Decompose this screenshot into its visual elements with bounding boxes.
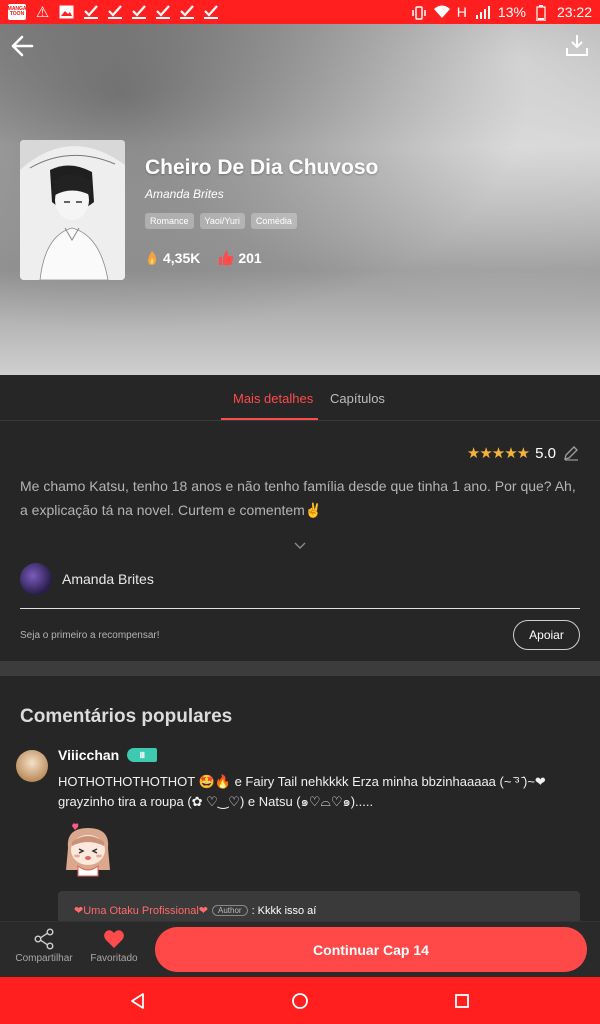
commenter-name[interactable]: Viiicchan Ⅲ xyxy=(58,747,158,763)
system-nav-bar xyxy=(0,977,600,1024)
circle-home-icon xyxy=(292,993,308,1009)
author-name: Amanda Brites xyxy=(62,571,154,587)
signal-icon xyxy=(475,5,490,20)
reply-preview[interactable]: ❤Uma Otaku Profissional❤ Author : Kkkk i… xyxy=(58,891,580,923)
book-title: Cheiro De Dia Chuvoso xyxy=(145,156,379,179)
vibrate-icon xyxy=(411,5,426,20)
chevron-down-icon xyxy=(294,542,306,549)
check-icon xyxy=(179,4,194,20)
book-author[interactable]: Amanda Brites xyxy=(145,187,224,201)
level-badge-icon: Ⅲ xyxy=(127,748,158,762)
expand-button[interactable] xyxy=(292,538,308,550)
likes-count: 201 xyxy=(238,250,262,266)
support-button[interactable]: Apoiar xyxy=(513,620,580,650)
section-separator xyxy=(0,661,600,676)
continue-reading-button[interactable]: Continuar Cap 14 xyxy=(155,927,587,972)
reply-text: : Kkkk isso aí xyxy=(251,904,317,917)
check-icon xyxy=(155,4,170,20)
star-rating-icon: ★★★★★ xyxy=(466,445,530,462)
arrow-left-icon xyxy=(11,35,34,57)
back-button[interactable] xyxy=(8,32,36,60)
network-type: H xyxy=(456,4,467,20)
book-stats: 4,35K 201 xyxy=(145,250,262,266)
author-row[interactable]: Amanda Brites xyxy=(20,563,154,595)
commenter-avatar[interactable] xyxy=(16,750,48,782)
image-icon xyxy=(59,5,74,20)
nav-recents-button[interactable] xyxy=(452,991,472,1011)
comments-title: Comentários populares xyxy=(20,706,233,727)
tab-chapters[interactable]: Capítulos xyxy=(330,391,385,406)
heart-icon xyxy=(104,930,124,948)
download-icon xyxy=(566,35,588,56)
divider xyxy=(20,608,580,609)
clock: 23:22 xyxy=(556,4,592,20)
author-avatar xyxy=(20,563,52,595)
genre-tag[interactable]: Comédia xyxy=(250,213,297,229)
mangatoon-app-icon: MANGA TOON xyxy=(8,4,27,20)
genre-tag[interactable]: Yaoi/Yuri xyxy=(199,213,245,229)
check-icon xyxy=(107,4,122,20)
thumbs-up-icon xyxy=(219,251,234,265)
book-cover xyxy=(20,140,125,280)
fire-icon xyxy=(148,251,157,265)
detail-tabs: Mais detalhes Capítulos xyxy=(0,375,600,421)
reply-author: ❤Uma Otaku Profissional❤ xyxy=(74,905,208,917)
genre-tags: Romance Yaoi/Yuri Comédia xyxy=(145,213,297,229)
check-icon xyxy=(131,4,146,20)
tab-details[interactable]: Mais detalhes xyxy=(233,391,313,406)
book-header: Cheiro De Dia Chuvoso Amanda Brites Roma… xyxy=(0,24,600,375)
reply-line: ❤Uma Otaku Profissional❤ Author : Kkkk i… xyxy=(74,904,317,918)
views-count: 4,35K xyxy=(163,250,201,266)
favorite-label: Favoritado xyxy=(90,953,138,964)
battery-icon xyxy=(534,4,549,22)
triangle-back-icon xyxy=(131,993,144,1009)
warning-icon: ⚠ xyxy=(35,3,50,21)
bottom-action-bar: Compartilhar Favoritado Continuar Cap 14 xyxy=(0,921,600,977)
reward-prompt: Seja o primeiro a recompensar! xyxy=(20,630,160,641)
rating[interactable]: ★★★★★ 5.0 xyxy=(467,444,580,462)
comment-text: HOTHOTHOTHOTHOT 🤩🔥 e Fairy Tail nehkkkk … xyxy=(58,774,546,809)
likes-stat: 201 xyxy=(218,250,262,266)
favorite-button[interactable]: Favoritado xyxy=(84,928,144,964)
genre-tag[interactable]: Romance xyxy=(145,213,194,229)
sticker-image xyxy=(58,818,118,878)
share-icon xyxy=(34,928,54,950)
status-bar: MANGA TOON ⚠ H 13% 23:22 xyxy=(0,0,600,24)
square-recents-icon xyxy=(455,994,469,1008)
nav-home-button[interactable] xyxy=(290,991,310,1011)
share-label: Compartilhar xyxy=(15,953,73,964)
author-tag: Author xyxy=(211,905,248,916)
synopsis: Me chamo Katsu, tenho 18 anos e não tenh… xyxy=(20,478,576,518)
nav-back-button[interactable] xyxy=(128,991,148,1011)
check-icon xyxy=(83,4,98,20)
cover-illustration xyxy=(20,140,125,280)
wifi-icon xyxy=(433,5,450,20)
download-button[interactable] xyxy=(564,32,590,58)
views-stat: 4,35K xyxy=(145,250,200,266)
rating-value: 5.0 xyxy=(535,444,556,462)
edit-icon[interactable] xyxy=(562,444,580,462)
active-tab-indicator xyxy=(221,418,318,420)
check-icon xyxy=(203,4,218,20)
share-button[interactable]: Compartilhar xyxy=(14,928,74,964)
battery-percent: 13% xyxy=(497,4,526,20)
commenter-username: Viiicchan xyxy=(58,747,120,763)
